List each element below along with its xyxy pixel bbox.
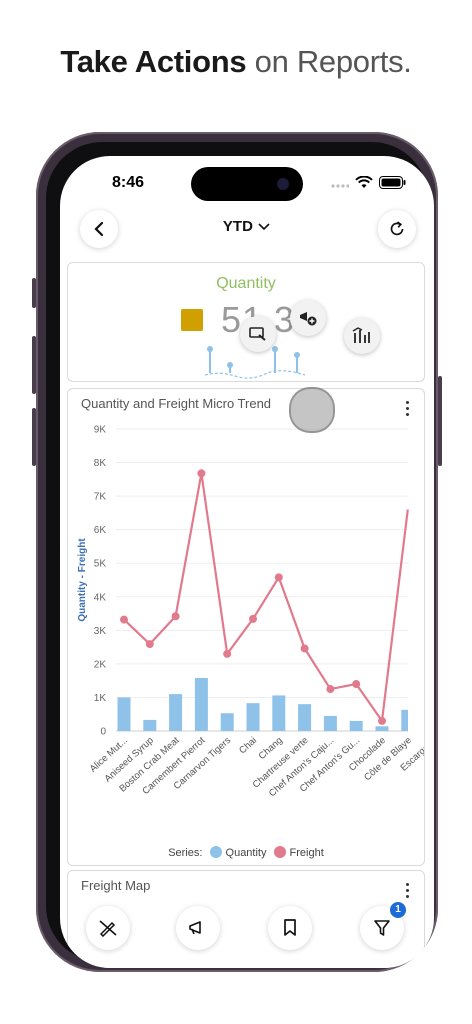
filter-count-badge: 1 [390, 902, 406, 918]
bar-quantity [246, 703, 260, 731]
point-freight [197, 469, 206, 478]
phone-frame: 8:46 YTD Quantity Quantity and Freight M… [32, 132, 442, 972]
y-tick-label: 4K [94, 592, 107, 603]
bar-quantity [272, 695, 286, 731]
bar-quantity [349, 720, 363, 731]
point-freight [223, 649, 232, 658]
y-tick-label: 8K [94, 458, 107, 469]
bar-quantity [117, 697, 131, 731]
bar-quantity [298, 704, 312, 731]
legend-prefix: Series: [168, 847, 203, 859]
refresh-button[interactable] [378, 210, 416, 248]
y-tick-label: 9K [94, 425, 107, 436]
page-headline: Take Actions on Reports. [0, 44, 472, 80]
pen-slash-icon [99, 920, 117, 937]
point-freight [171, 612, 180, 621]
point-freight [300, 644, 309, 653]
y-tick-label: 6K [94, 525, 107, 536]
cellular-dots-icon [331, 176, 350, 194]
bookmark-icon [284, 919, 296, 936]
legend-freight-label[interactable]: Freight [290, 847, 324, 859]
phone-action-button [32, 278, 36, 308]
kpi-label: Quantity [216, 275, 276, 292]
bar-quantity [220, 713, 234, 731]
phone-volume-up [32, 336, 36, 394]
bar-quantity [375, 726, 389, 731]
wifi-icon [355, 175, 373, 194]
chevron-down-icon [258, 223, 270, 231]
bar-quantity [194, 677, 208, 731]
freight-map-title: Freight Map [81, 878, 151, 893]
legend-freight-swatch [273, 846, 286, 858]
y-tick-label: 0 [100, 727, 106, 738]
megaphone-add-icon [300, 312, 317, 326]
filter-icon [374, 920, 390, 936]
point-freight [378, 716, 386, 725]
screen-share-icon [249, 327, 266, 341]
kpi-swatch [181, 309, 203, 331]
bookmark-button[interactable] [268, 906, 312, 950]
headline-light: on Reports. [254, 44, 412, 79]
share-action-button[interactable] [290, 300, 326, 336]
bar-quantity [323, 715, 337, 731]
filter-action-button[interactable] [344, 318, 380, 354]
y-tick-label: 2K [94, 659, 107, 670]
period-title: YTD [222, 218, 253, 235]
chart-plot: 01K2K3K4K5K6K7K8K9KQuantity - FreightAli… [77, 425, 424, 800]
y-axis-title: Quantity - Freight [77, 538, 88, 622]
filter-button[interactable]: 1 [360, 902, 406, 950]
status-icons [331, 175, 406, 194]
bottom-toolbar: 1 [60, 896, 434, 968]
y-tick-label: 1K [94, 693, 107, 704]
legend-quantity-label[interactable]: Quantity [226, 847, 267, 859]
x-tick-label: Chai [237, 735, 259, 756]
annotate-action-button[interactable] [240, 316, 276, 352]
phone-volume-down [32, 408, 36, 466]
phone-power-button [438, 376, 442, 466]
legend-quantity-swatch [209, 846, 222, 858]
app-screen: 8:46 YTD Quantity Quantity and Freight M… [60, 156, 434, 968]
point-freight [352, 680, 361, 689]
point-freight [145, 640, 154, 649]
announce-button[interactable] [176, 906, 220, 950]
y-tick-label: 5K [94, 559, 107, 570]
chart-title: Quantity and Freight Micro Trend [81, 396, 272, 411]
chart-card[interactable]: Quantity and Freight Micro Trend 0 1K 2K 3K… [67, 388, 425, 866]
y-tick-label: 3K [94, 626, 107, 637]
bar-quantity [401, 709, 408, 731]
phone-bezel: 8:46 YTD Quantity Quantity and Freight M… [46, 142, 434, 968]
battery-icon [379, 176, 406, 194]
point-freight [326, 685, 335, 694]
chart-legend: Series: Quantity Freight [68, 846, 424, 859]
bar-quantity [169, 694, 183, 731]
dynamic-island [191, 167, 303, 201]
y-tick-label: 7K [94, 492, 107, 503]
point-freight [249, 614, 257, 623]
megaphone-icon [189, 921, 201, 935]
point-freight [120, 615, 128, 624]
status-time: 8:46 [112, 174, 145, 191]
touch-indicator [289, 387, 335, 433]
chart-filter-icon [352, 327, 370, 343]
headline-bold: Take Actions [60, 44, 247, 79]
bar-quantity [143, 719, 157, 731]
point-freight [274, 573, 283, 582]
camera-icon [277, 178, 289, 190]
refresh-icon [390, 221, 404, 236]
annotate-button[interactable] [86, 906, 130, 950]
